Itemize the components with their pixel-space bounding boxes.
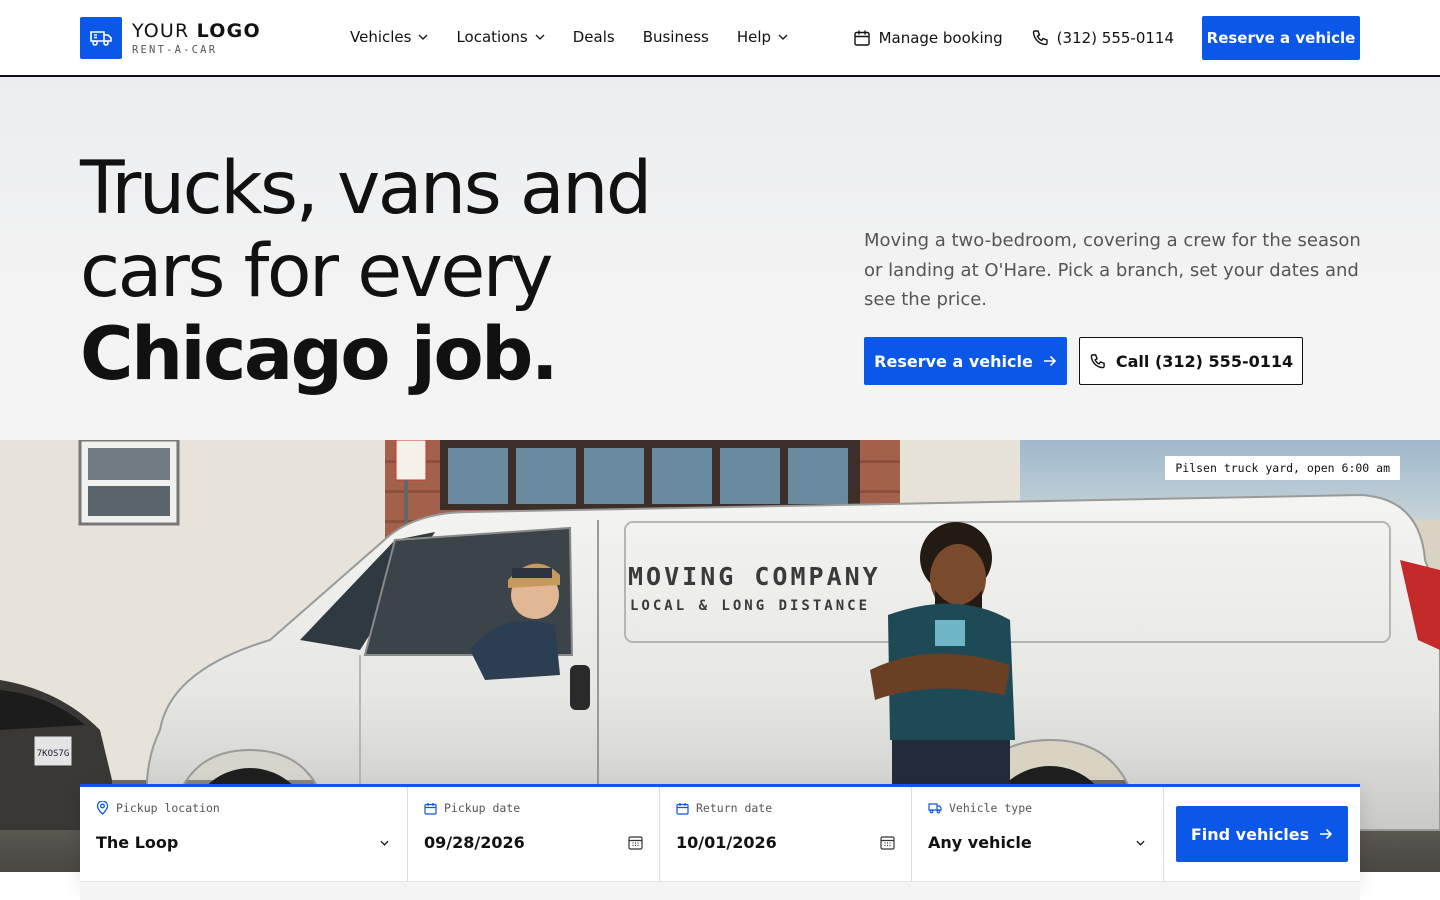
chevron-down-icon [535,34,545,40]
return-date-field[interactable]: Return date 10/01/2026 [660,787,912,881]
nav-item-business[interactable]: Business [643,28,709,46]
find-vehicles-label: Find vehicles [1190,824,1310,844]
chevron-down-icon [778,34,788,40]
return-date-label: Return date [676,801,895,815]
phone-icon [1032,30,1048,46]
header-actions: Manage booking (312) 555-0114 Reserve a … [853,16,1360,60]
logo[interactable]: YOUR LOGO RENT-A-CAR [80,17,261,59]
chevron-down-icon [1136,840,1145,846]
hero-title-line: Trucks, vans and [80,146,652,231]
license-plate: 7KOS7G [37,749,70,759]
pickup-location-value: The Loop [96,833,179,852]
main-nav: Vehicles Locations Deals Business Help [350,28,816,46]
calendar-icon [676,802,689,815]
nav-label: Help [736,28,772,46]
hero-reserve-label: Reserve a vehicle [874,351,1033,371]
nav-label: Business [642,28,709,46]
manage-booking-label: Manage booking [878,29,1003,47]
manage-booking-link[interactable]: Manage booking [853,29,1003,47]
chevron-down-icon [380,840,389,846]
reserve-vehicle-button[interactable]: Reserve a vehicle [1202,16,1360,60]
hero-title: Trucks, vans and cars for every Chicago … [80,146,652,397]
truck-icon [928,803,942,814]
nav-item-vehicles[interactable]: Vehicles [350,28,428,46]
hero-actions: Reserve a vehicle Call (312) 555-0114 [864,337,1303,385]
vehicle-type-label: Vehicle type [928,801,1147,815]
find-wrap: Find vehicles [1164,787,1360,881]
vehicle-type-value: Any vehicle [928,833,1032,852]
nav-label: Locations [456,28,528,46]
pickup-date-value: 09/28/2026 [424,833,525,852]
phone-icon [1090,353,1105,368]
hero-call-label: Call (312) 555-0114 [1115,351,1294,371]
phone-label: (312) 555-0114 [1056,29,1174,47]
site-header: YOUR LOGO RENT-A-CAR Vehicles Locations … [0,0,1440,77]
van-lettering: MOVING COMPANY [628,562,881,591]
booking-footer-strip [80,881,1360,900]
pickup-date-label: Pickup date [424,801,643,815]
hero-section: Trucks, vans and cars for every Chicago … [0,77,1440,440]
logo-subtitle: RENT-A-CAR [132,43,218,56]
pickup-date-field[interactable]: Pickup date 09/28/2026 [408,787,660,881]
return-date-value: 10/01/2026 [676,833,777,852]
arrow-right-icon [1043,355,1056,367]
hero-description: Moving a two-bedroom, covering a crew fo… [864,230,1361,310]
van-lettering-sub: LOCAL & LONG DISTANCE [630,598,870,614]
booking-bar: Pickup location The Loop Pickup date 09/… [80,784,1360,881]
field-label: Vehicle type [949,801,1033,815]
find-vehicles-button[interactable]: Find vehicles [1176,806,1348,862]
arrow-right-icon [1320,828,1333,840]
nav-label: Vehicles [350,28,412,46]
calendar-icon[interactable] [880,835,895,850]
nav-item-deals[interactable]: Deals [573,28,615,46]
field-label: Pickup location [116,801,220,815]
phone-link[interactable]: (312) 555-0114 [1031,29,1174,47]
calendar-icon [853,30,870,46]
location-tag: Pilsen truck yard, open 6:00 am [1165,456,1400,480]
field-label: Pickup date [444,801,521,815]
nav-item-help[interactable]: Help [737,28,788,46]
hero-call-button[interactable]: Call (312) 555-0114 [1079,337,1303,385]
hero-title-line-bold: Chicago job. [80,312,559,397]
nav-label: Deals [572,28,615,46]
hero-title-line: cars for every [80,229,553,314]
pickup-location-field[interactable]: Pickup location The Loop [80,787,408,881]
hero-reserve-button[interactable]: Reserve a vehicle [864,337,1067,385]
pickup-location-label: Pickup location [96,801,391,815]
chevron-down-icon [418,34,428,40]
logo-title: YOUR LOGO [132,19,261,42]
van-icon [80,17,122,59]
vehicle-type-field[interactable]: Vehicle type Any vehicle [912,787,1164,881]
calendar-icon [424,802,437,815]
nav-item-locations[interactable]: Locations [456,28,545,46]
calendar-icon[interactable] [628,835,643,850]
map-pin-icon [96,801,109,815]
field-label: Return date [696,801,773,815]
